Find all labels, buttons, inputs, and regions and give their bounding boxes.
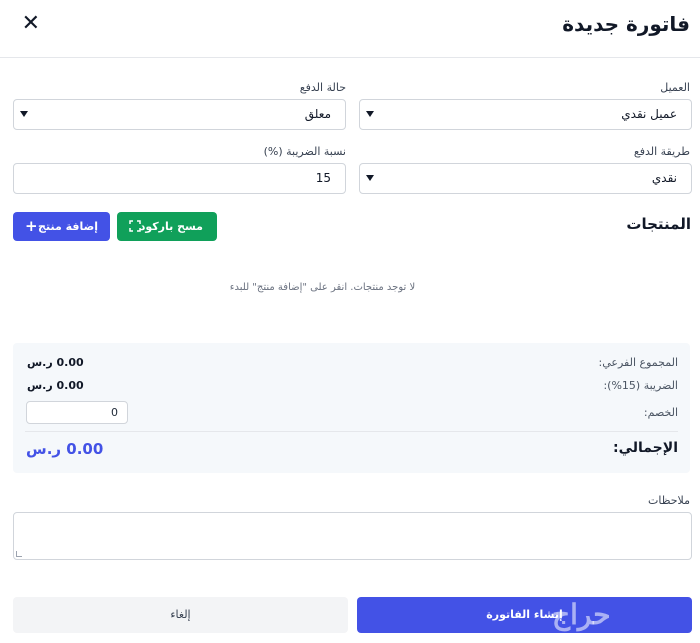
payment-status-value: معلق [304,107,331,121]
discount-label: الخصم: [643,406,678,419]
total-label: الإجمالي: [613,440,678,456]
tax-rate-label: نسبة الضريبة (%) [263,145,346,158]
create-invoice-button[interactable]: إنشاء الفاتورة [357,597,692,633]
close-icon[interactable]: ✕ [20,12,40,36]
notes-textarea[interactable] [13,512,692,560]
discount-input[interactable]: 0 [26,401,128,424]
notes-label: ملاحظات [648,494,690,507]
subtotal-label: المجموع الفرعي: [598,356,678,369]
cancel-button[interactable]: إلغاء [13,597,348,633]
scan-icon [129,220,141,232]
plus-icon: + [25,217,38,235]
payment-method-value: نقدي [651,171,677,185]
page-title: فاتورة جديدة [562,12,690,36]
total-value: 0.00 ر.س [26,440,104,458]
tax-value: 0.00 ر.س [27,379,84,392]
subtotal-value: 0.00 ر.س [27,356,84,369]
customer-value: عميل نقدي [621,107,677,121]
payment-method-select[interactable]: نقدي [359,163,692,194]
customer-select[interactable]: عميل نقدي [359,99,692,130]
scan-barcode-button[interactable]: مسح باركود [117,212,217,241]
payment-status-label: حالة الدفع [299,81,346,94]
chevron-down-icon [366,175,374,181]
discount-value: 0 [111,406,118,419]
products-title: المنتجات [626,215,691,233]
resize-handle-icon[interactable] [16,551,22,557]
payment-method-label: طريقة الدفع [633,145,690,158]
payment-status-select[interactable]: معلق [13,99,346,130]
modal-header: فاتورة جديدة ✕ [0,0,700,58]
summary-divider [25,431,678,432]
watermark-logo: حراج [552,598,613,631]
tax-rate-value: 15 [315,171,331,185]
add-product-label: إضافة منتج [38,220,98,233]
chevron-down-icon [20,111,28,117]
scan-barcode-label: مسح باركود [139,220,203,233]
tax-label: الضريبة (15%): [603,379,678,392]
invoice-summary: المجموع الفرعي: 0.00 ر.س الضريبة (15%): … [13,343,690,473]
tax-rate-input[interactable]: 15 [13,163,346,194]
empty-products-message: لا توجد منتجات. انقر على "إضافة منتج" لل… [229,282,416,293]
chevron-down-icon [366,111,374,117]
add-product-button[interactable]: إضافة منتج + [13,212,110,241]
customer-label: العميل [660,81,690,94]
